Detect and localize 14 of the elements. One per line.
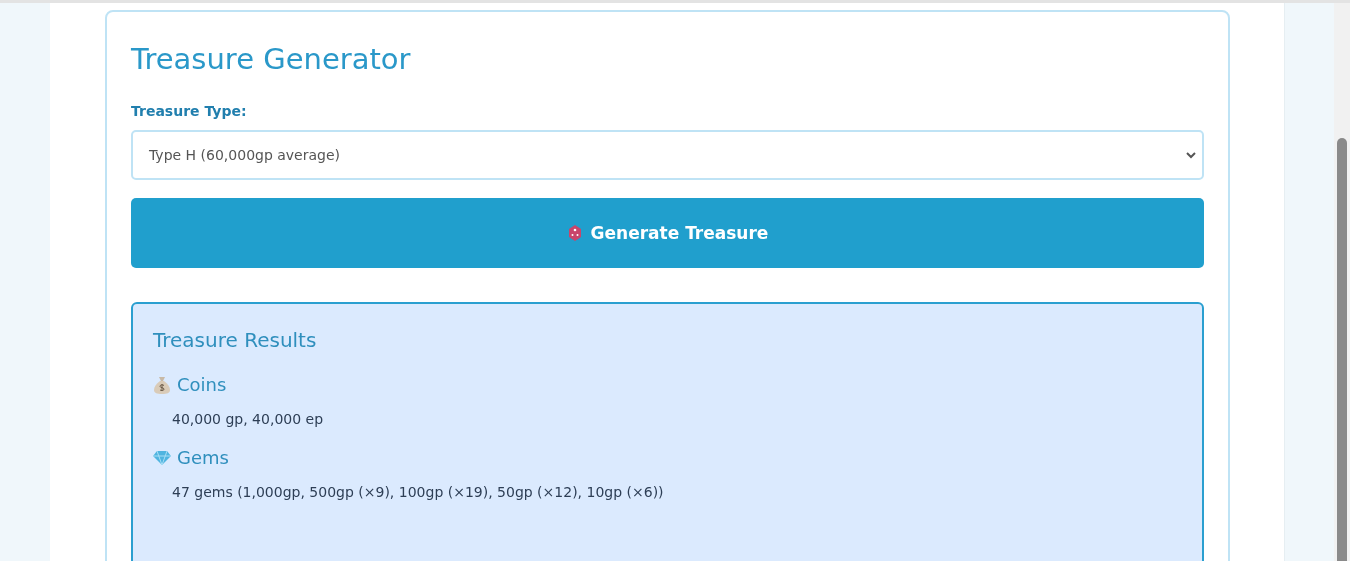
treasure-type-select[interactable]: Type H (60,000gp average) [131, 130, 1204, 180]
chevron-down-icon [1186, 151, 1196, 159]
results-title: Treasure Results [153, 328, 318, 352]
scrollbar[interactable] [1334, 3, 1350, 561]
money-bag-icon [153, 374, 171, 395]
field-label: Treasure Type: [131, 103, 248, 119]
section-heading: Gems [177, 447, 229, 468]
section-text: 40,000 gp, 40,000 ep [172, 411, 325, 427]
scrollbar-thumb[interactable] [1337, 138, 1347, 561]
section-heading: Coins [177, 374, 227, 395]
section-text: 47 gems (1,000gp, 500gp (×9), 100gp (×19), 50gp (×12), 10gp (×6)) [172, 484, 665, 500]
diamond-icon [153, 449, 171, 466]
page-title: Treasure Generator [131, 42, 412, 76]
gem-icon [566, 224, 583, 242]
